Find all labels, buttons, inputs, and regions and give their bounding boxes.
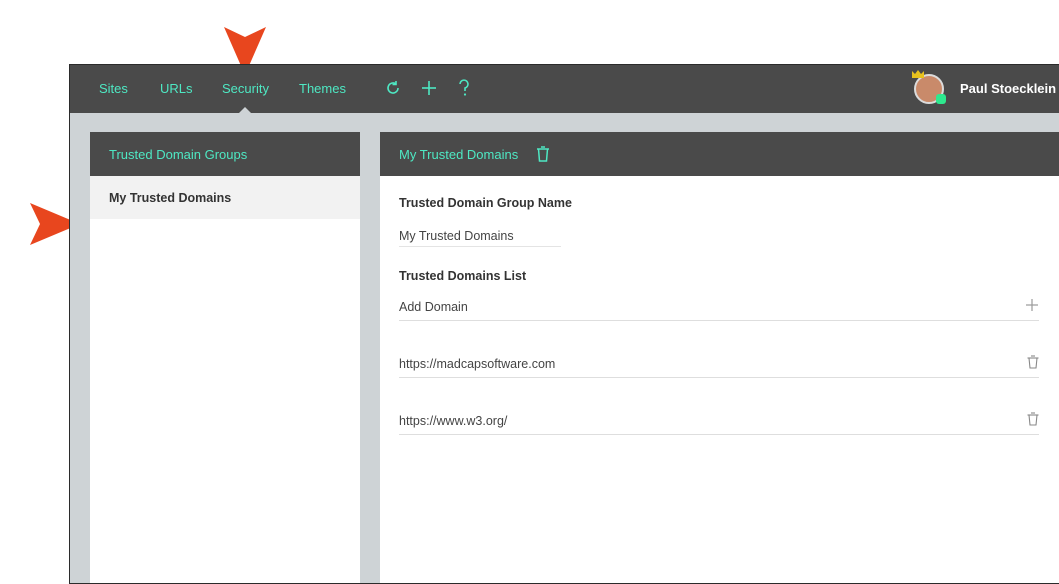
domain-url: https://madcapsoftware.com — [399, 357, 556, 371]
top-nav-bar: Sites URLs Security Themes Paul Stoeckle… — [70, 64, 1059, 114]
group-item-my-trusted-domains[interactable]: My Trusted Domains — [90, 176, 360, 219]
online-status-icon — [936, 94, 946, 104]
left-panel-header: Trusted Domain Groups — [90, 132, 360, 176]
nav-urls[interactable]: URLs — [160, 81, 193, 96]
domain-url: https://www.w3.org/ — [399, 414, 508, 428]
delete-group-trash-icon[interactable] — [536, 146, 550, 162]
app-window: Sites URLs Security Themes Paul Stoeckle… — [69, 64, 1059, 584]
help-icon[interactable] — [456, 79, 472, 97]
user-name[interactable]: Paul Stoecklein — [960, 81, 1056, 96]
active-tab-indicator — [238, 107, 252, 114]
right-panel-header: My Trusted Domains — [380, 132, 1059, 176]
nav-security[interactable]: Security — [222, 81, 269, 96]
refresh-icon[interactable] — [384, 79, 402, 97]
nav-sites[interactable]: Sites — [99, 81, 128, 96]
group-name-label: Trusted Domain Group Name — [399, 196, 572, 210]
add-domain-placeholder[interactable]: Add Domain — [399, 300, 468, 314]
domains-list-label: Trusted Domains List — [399, 269, 527, 283]
domain-row: https://www.w3.org/ — [399, 408, 1039, 435]
domain-row: https://madcapsoftware.com — [399, 351, 1039, 378]
add-domain-plus-icon[interactable] — [1025, 298, 1039, 312]
user-avatar[interactable] — [912, 70, 946, 104]
group-name-input[interactable] — [399, 226, 561, 247]
delete-domain-trash-icon[interactable] — [1027, 412, 1039, 426]
right-panel-title: My Trusted Domains — [399, 147, 519, 162]
delete-domain-trash-icon[interactable] — [1027, 355, 1039, 369]
add-domain-row[interactable]: Add Domain — [399, 294, 1039, 321]
nav-themes[interactable]: Themes — [299, 81, 346, 96]
left-panel-title: Trusted Domain Groups — [109, 147, 248, 162]
crown-icon — [912, 70, 924, 78]
group-item-label: My Trusted Domains — [109, 191, 232, 205]
trusted-domain-groups-panel: Trusted Domain Groups My Trusted Domains — [90, 132, 360, 583]
plus-icon[interactable] — [420, 79, 438, 97]
trusted-domain-detail-panel: My Trusted Domains Trusted Domain Group … — [380, 132, 1059, 583]
